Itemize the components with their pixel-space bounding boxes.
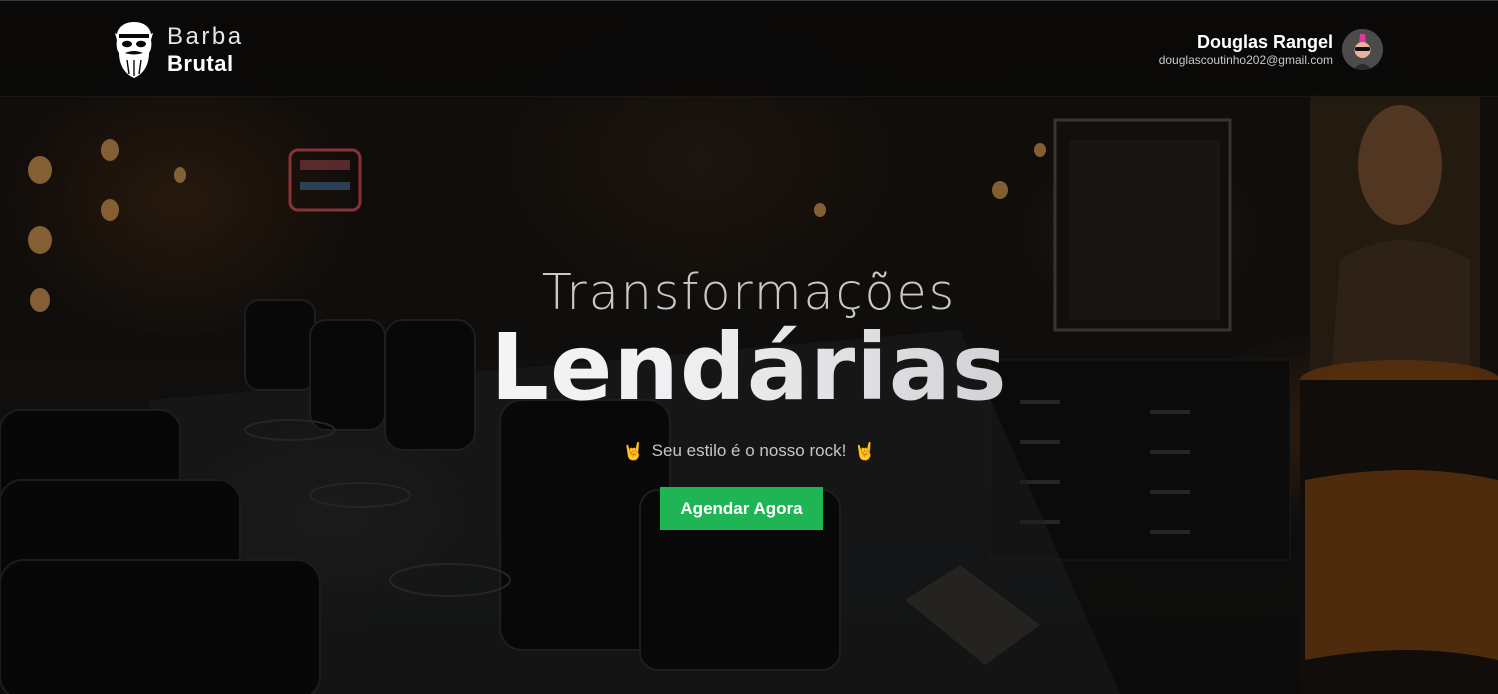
schedule-now-button[interactable]: Agendar Agora	[660, 487, 823, 530]
hero-headline-light: Transformações	[541, 264, 957, 321]
rock-hand-icon: 🤘	[622, 441, 644, 461]
hero-section: Transformações Lendárias 🤘 Seu estilo é …	[0, 0, 1498, 694]
rock-hand-icon: 🤘	[854, 441, 876, 461]
hero-headline-bold: Lendárias	[0, 314, 1498, 421]
hero-tagline-text: Seu estilo é o nosso rock!	[651, 441, 847, 460]
hero-headline-bold-text: Lendárias	[490, 314, 1008, 421]
hero-tagline: 🤘 Seu estilo é o nosso rock! 🤘	[0, 441, 1498, 461]
